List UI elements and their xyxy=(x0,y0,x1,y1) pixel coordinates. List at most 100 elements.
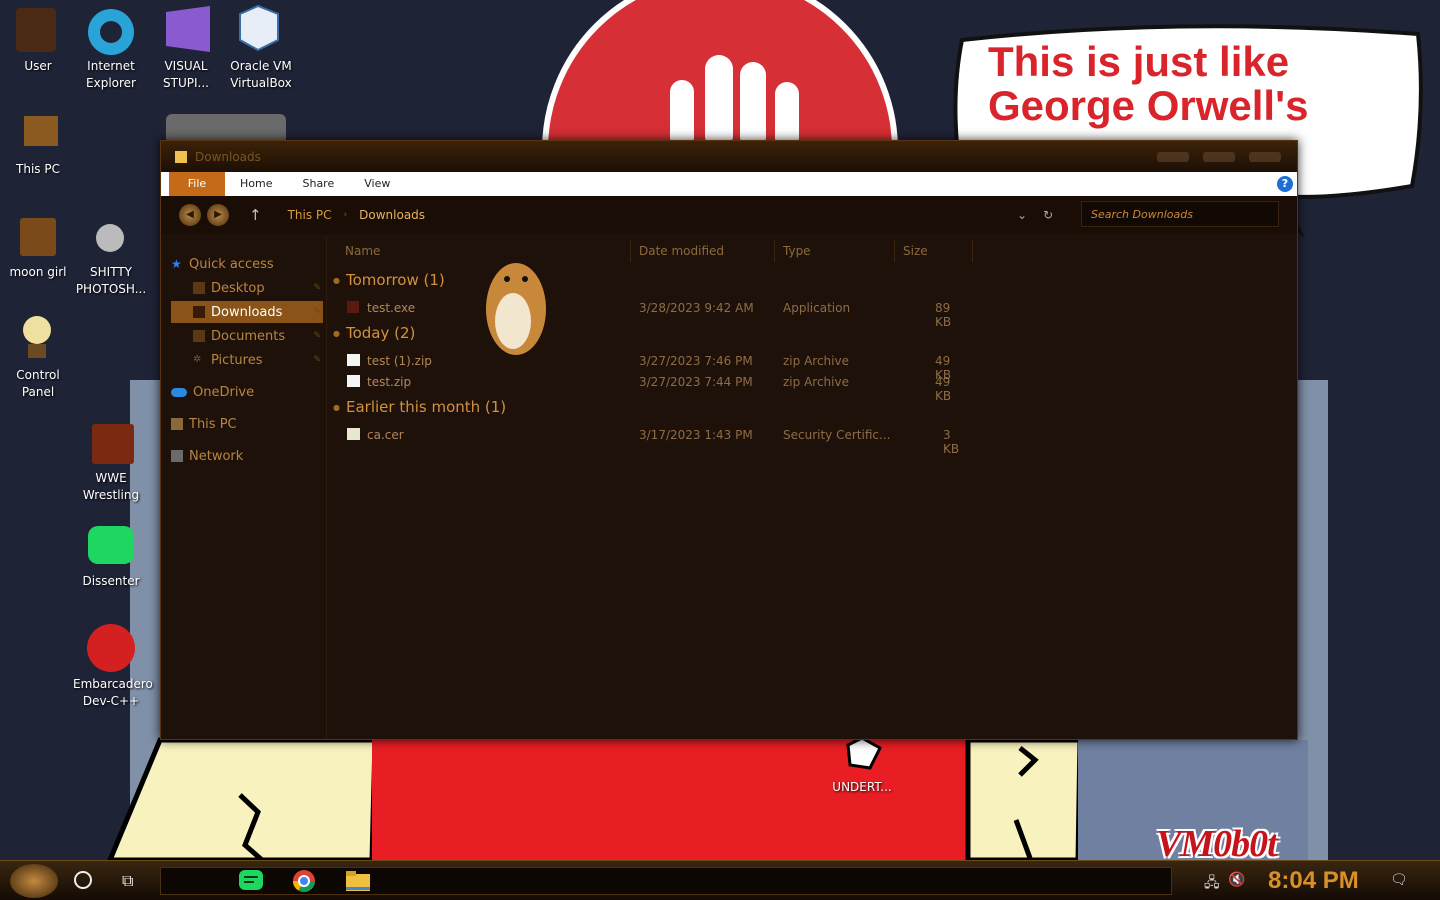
breadcrumb-this-pc[interactable]: This PC xyxy=(288,208,332,222)
desktop-icon-label: moon girl xyxy=(9,265,67,279)
nav-downloads[interactable]: Downloads ✎ xyxy=(171,301,323,323)
back-button[interactable]: ◀ xyxy=(179,204,201,226)
desktop-icon-label: UNDERT... xyxy=(832,780,892,794)
column-date-modified[interactable]: Date modified xyxy=(639,240,775,262)
list-item[interactable]: test.exe 3/28/2023 9:42 AM Application 8… xyxy=(329,298,969,329)
group-header-tomorrow[interactable]: ● Tomorrow (1) xyxy=(333,271,445,289)
list-item[interactable]: ca.cer 3/17/2023 1:43 PM Security Certif… xyxy=(329,425,969,456)
navigation-pane: ★ Quick access Desktop ✎ Downloads ✎ Doc… xyxy=(161,236,327,739)
column-size[interactable]: Size xyxy=(903,240,973,262)
file-size: 3 KB xyxy=(943,428,960,456)
dissenter-icon[interactable] xyxy=(238,869,264,893)
star-icon: ★ xyxy=(171,257,182,271)
minimize-button[interactable] xyxy=(1157,151,1189,162)
tab-home[interactable]: Home xyxy=(225,172,287,196)
desktop-icon-label: Oracle VM VirtualBox xyxy=(230,59,292,90)
desktop-icon-user[interactable]: User xyxy=(0,58,76,75)
tab-file[interactable]: File xyxy=(169,172,225,196)
file-name: test.exe xyxy=(367,301,416,315)
tab-view[interactable]: View xyxy=(349,172,405,196)
zip-icon xyxy=(347,375,360,387)
breadcrumb[interactable]: This PC › Downloads xyxy=(288,208,425,222)
application-icon xyxy=(347,301,359,313)
file-date: 3/17/2023 1:43 PM xyxy=(639,428,753,442)
file-name: test.zip xyxy=(367,375,412,389)
pin-icon[interactable]: ✎ xyxy=(313,307,321,317)
task-view-icon[interactable]: ⧉ xyxy=(122,871,133,891)
desktop-icon-this-pc[interactable]: This PC xyxy=(0,161,76,178)
desktop-icon-moon-girl[interactable]: moon girl xyxy=(0,264,76,281)
title-bar[interactable]: Downloads xyxy=(161,141,1297,172)
group-header-today[interactable]: ● Today (2) xyxy=(333,324,415,342)
desktop-icon-photoshop[interactable]: SHITTY PHOTOSH... xyxy=(73,264,149,298)
desktop-icon-label: Embarcadero Dev-C++ xyxy=(73,677,153,708)
desktop-icon-control-panel[interactable]: Control Panel xyxy=(0,367,76,401)
window-title: Downloads xyxy=(195,149,261,164)
taskbar-clock[interactable]: 8:04 PM xyxy=(1268,867,1359,895)
documents-folder-icon xyxy=(193,330,205,342)
breadcrumb-downloads[interactable]: Downloads xyxy=(359,208,425,222)
pin-icon[interactable]: ✎ xyxy=(313,355,321,365)
nav-label: Documents xyxy=(211,328,286,344)
search-input[interactable]: Search Downloads xyxy=(1081,201,1279,227)
nav-documents[interactable]: Documents ✎ xyxy=(171,325,323,347)
start-button[interactable] xyxy=(10,864,58,898)
desktop-icon-visual-studio[interactable]: VISUAL STUPI... xyxy=(148,58,224,92)
nav-onedrive[interactable]: OneDrive xyxy=(171,381,323,403)
file-explorer-icon[interactable] xyxy=(345,869,371,893)
tab-share[interactable]: Share xyxy=(287,172,349,196)
close-button[interactable] xyxy=(1249,151,1281,162)
nav-label: Downloads xyxy=(211,304,283,320)
help-icon[interactable]: ? xyxy=(1277,176,1293,192)
nav-pictures[interactable]: ✲ Pictures ✎ xyxy=(171,349,323,371)
list-item[interactable]: test.zip 3/27/2023 7:44 PM zip Archive 4… xyxy=(329,372,969,403)
expand-icon[interactable]: ● xyxy=(333,329,340,338)
forward-button[interactable]: ▶ xyxy=(207,204,229,226)
desktop-icon-label: Internet Explorer xyxy=(86,59,136,90)
search-icon[interactable] xyxy=(74,871,92,889)
desktop-icon-dev-cpp[interactable]: Embarcadero Dev-C++ xyxy=(73,676,153,710)
taskbar: ⧉ 🖧 🔇 8:04 PM 🗨 xyxy=(0,860,1440,900)
pictures-folder-icon: ✲ xyxy=(193,354,202,365)
file-type: Application xyxy=(783,301,851,315)
group-label: Earlier this month (1) xyxy=(345,398,507,416)
refresh-icon[interactable]: ↻ xyxy=(1043,208,1053,222)
desktop-icon-label: Control Panel xyxy=(16,368,60,399)
column-type[interactable]: Type xyxy=(783,240,895,262)
file-size: 89 KB xyxy=(935,301,952,329)
expand-icon[interactable]: ● xyxy=(333,403,340,412)
downloads-folder-icon xyxy=(193,306,205,318)
desktop-folder-icon xyxy=(193,282,205,294)
nav-desktop[interactable]: Desktop ✎ xyxy=(171,277,323,299)
nav-this-pc[interactable]: This PC xyxy=(171,413,323,435)
desktop-icon-dissenter[interactable]: Dissenter xyxy=(73,573,149,590)
file-explorer-window[interactable]: Downloads File Home Share View ? ◀ ▶ ↑ T… xyxy=(160,140,1298,740)
chevron-right-icon[interactable]: › xyxy=(344,210,348,220)
column-size-label: Size xyxy=(903,244,928,258)
desktop-icon-undertale[interactable]: UNDERT... xyxy=(824,779,900,796)
nav-network[interactable]: Network xyxy=(171,445,323,467)
volume-muted-icon[interactable]: 🔇 xyxy=(1228,872,1245,888)
column-type-label: Type xyxy=(783,244,811,258)
pin-icon[interactable]: ✎ xyxy=(313,283,321,293)
group-header-earlier-this-month[interactable]: ● Earlier this month (1) xyxy=(333,398,506,416)
zip-icon xyxy=(347,354,360,366)
speech-bubble-text: This is just like George Orwell's xyxy=(988,38,1309,129)
list-item[interactable]: test (1).zip 3/27/2023 7:46 PM zip Archi… xyxy=(329,351,969,382)
chevron-down-icon[interactable]: ⌄ xyxy=(1017,208,1027,222)
pin-icon[interactable]: ✎ xyxy=(313,331,321,341)
up-arrow-icon[interactable]: ↑ xyxy=(249,206,262,224)
maximize-button[interactable] xyxy=(1203,151,1235,162)
nav-quick-access[interactable]: ★ Quick access xyxy=(171,253,323,275)
notifications-icon[interactable]: 🗨 xyxy=(1390,872,1408,888)
network-tray-icon[interactable]: 🖧 xyxy=(1204,872,1220,896)
nav-label: This PC xyxy=(189,416,237,432)
desktop-icon-virtualbox[interactable]: Oracle VM VirtualBox xyxy=(223,58,299,92)
desktop-icon-internet-explorer[interactable]: Internet Explorer xyxy=(73,58,149,92)
expand-icon[interactable]: ● xyxy=(333,276,340,285)
network-icon xyxy=(171,450,183,462)
desktop-icon-wwe-wrestling[interactable]: WWE Wrestling xyxy=(73,470,149,504)
desktop-icon-label: WWE Wrestling xyxy=(82,471,140,502)
file-list: Name Date modified Type Size ● Tomorrow … xyxy=(329,236,1289,739)
chrome-icon[interactable] xyxy=(291,869,317,893)
